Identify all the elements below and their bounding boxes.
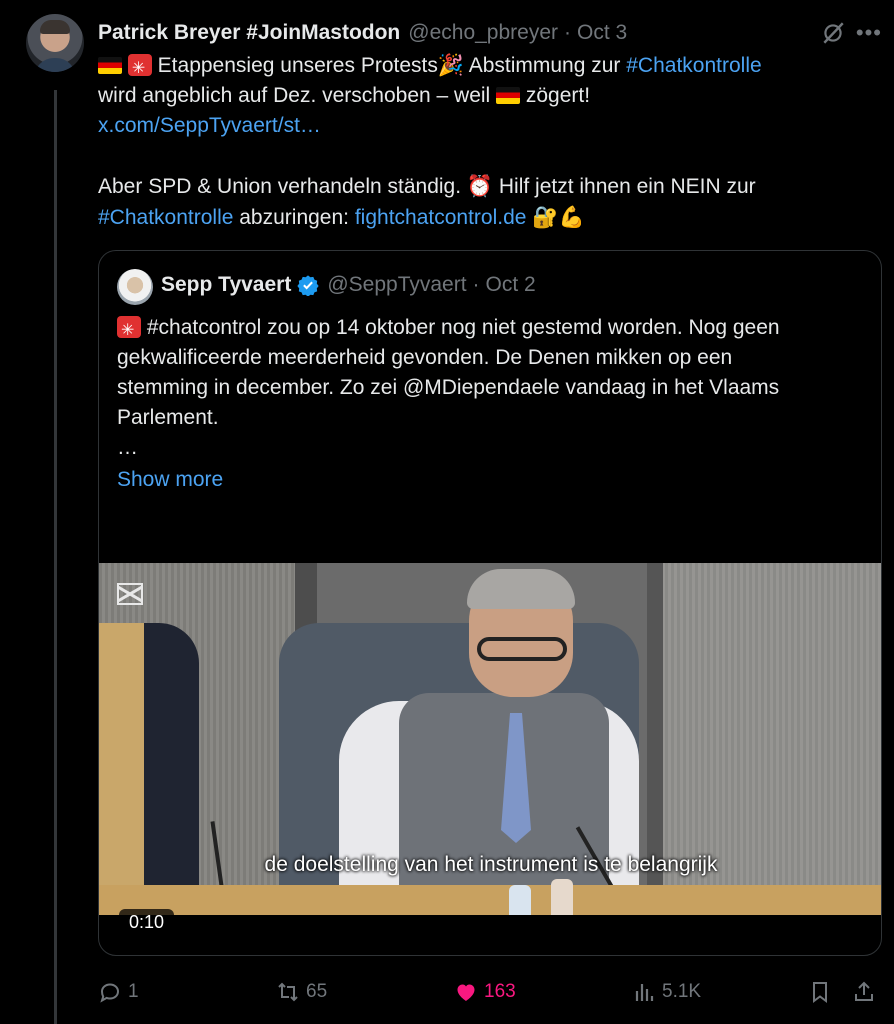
- capcut-icon: [117, 583, 143, 605]
- party-popper-icon: 🎉: [437, 53, 465, 77]
- share-icon: [855, 981, 873, 1001]
- tweet-date[interactable]: Oct 3: [577, 21, 627, 45]
- quote-text-line: stemming in december. Zo zei @MDiependae…: [117, 376, 780, 399]
- views-count: 5.1K: [662, 981, 702, 1002]
- video-caption: de doelstelling van het instrument is te…: [264, 853, 718, 876]
- like-count: 163: [484, 981, 516, 1002]
- tweet-text-1b: Abstimmung zur: [464, 54, 627, 77]
- reply-button[interactable]: 1: [98, 972, 139, 1012]
- tweet-text-2b: zögert!: [520, 84, 591, 107]
- thread-line: [54, 90, 57, 1024]
- quote-avatar[interactable]: [117, 269, 153, 305]
- quote-text-line: Parlement.: [117, 406, 219, 429]
- tweet-text-5a: abzuringen:: [233, 206, 355, 229]
- german-flag-icon: [98, 57, 122, 74]
- tweet-link[interactable]: x.com/SeppTyvaert/st…: [98, 114, 321, 137]
- reply-count: 1: [128, 981, 139, 1002]
- tweet-header: Patrick Breyer #JoinMastodon @echo_pbrey…: [98, 18, 874, 48]
- share-button[interactable]: [852, 972, 876, 1012]
- grok-icon[interactable]: [820, 20, 846, 46]
- repost-count: 65: [306, 981, 328, 1002]
- tweet-text-2a: wird angeblich auf Dez. verschoben – wei…: [98, 84, 497, 107]
- tweet[interactable]: Patrick Breyer #JoinMastodon @echo_pbrey…: [0, 0, 894, 1024]
- quote-header: Sepp Tyvaert @SeppTyvaert · Oct 2: [161, 273, 536, 297]
- hashtag-link[interactable]: #Chatkontrolle: [98, 206, 233, 229]
- quote-text-line: #chatcontrol zou op 14 oktober nog niet …: [141, 316, 780, 339]
- siren-icon: [117, 316, 141, 346]
- tweet-text-1a: Etappensieg unseres Protests: [151, 54, 438, 77]
- siren-icon: [127, 54, 152, 84]
- tweet-text-4a: Aber SPD & Union verhandeln ständig.: [98, 175, 467, 198]
- german-flag-icon: [496, 87, 521, 104]
- author-name[interactable]: Patrick Breyer #JoinMastodon: [98, 21, 400, 45]
- quote-ellipsis: …: [117, 436, 138, 459]
- quote-body: #chatcontrol zou op 14 oktober nog niet …: [117, 313, 877, 495]
- alarm-clock-icon: ⏰: [466, 174, 494, 198]
- quote-text-line: gekwalificeerde meerderheid gevonden. De…: [117, 346, 733, 369]
- flexed-biceps-icon: 💪: [558, 205, 585, 229]
- separator: ·: [472, 273, 480, 296]
- reply-icon: [100, 983, 120, 1003]
- show-more-link[interactable]: Show more: [117, 465, 877, 495]
- quoted-tweet[interactable]: Sepp Tyvaert @SeppTyvaert · Oct 2 #chatc…: [98, 250, 882, 956]
- video-time: 0:10: [119, 909, 175, 936]
- views-button[interactable]: 5.1K: [632, 972, 701, 1012]
- hashtag-link[interactable]: #Chatkontrolle: [626, 54, 761, 77]
- verified-icon: [297, 275, 319, 296]
- quote-author-handle[interactable]: @SeppTyvaert: [327, 273, 466, 297]
- author-handle[interactable]: @echo_pbreyer: [408, 21, 558, 45]
- views-icon: [635, 984, 654, 1001]
- repost-button[interactable]: 65: [276, 972, 327, 1012]
- tweet-body: Etappensieg unseres Protests🎉 Abstimmung…: [98, 50, 868, 233]
- video-player[interactable]: de doelstelling van het instrument is te…: [99, 563, 881, 915]
- action-bar: 1 65 163 5.1K: [98, 972, 882, 1012]
- avatar[interactable]: [26, 14, 84, 72]
- heart-icon: [457, 984, 475, 1001]
- separator: ·: [564, 21, 572, 44]
- like-button[interactable]: 163: [454, 972, 516, 1012]
- website-link[interactable]: fightchatcontrol.de: [355, 206, 527, 229]
- lock-key-icon: 🔐: [532, 205, 559, 229]
- repost-icon: [278, 982, 298, 1002]
- bookmark-button[interactable]: [808, 972, 832, 1012]
- tweet-text-4b: Hilf jetzt ihnen ein NEIN zur: [493, 175, 756, 198]
- bookmark-icon: [813, 982, 827, 1003]
- more-icon[interactable]: •••: [856, 20, 882, 46]
- quote-author-name[interactable]: Sepp Tyvaert: [161, 273, 291, 297]
- quote-date: Oct 2: [485, 273, 536, 296]
